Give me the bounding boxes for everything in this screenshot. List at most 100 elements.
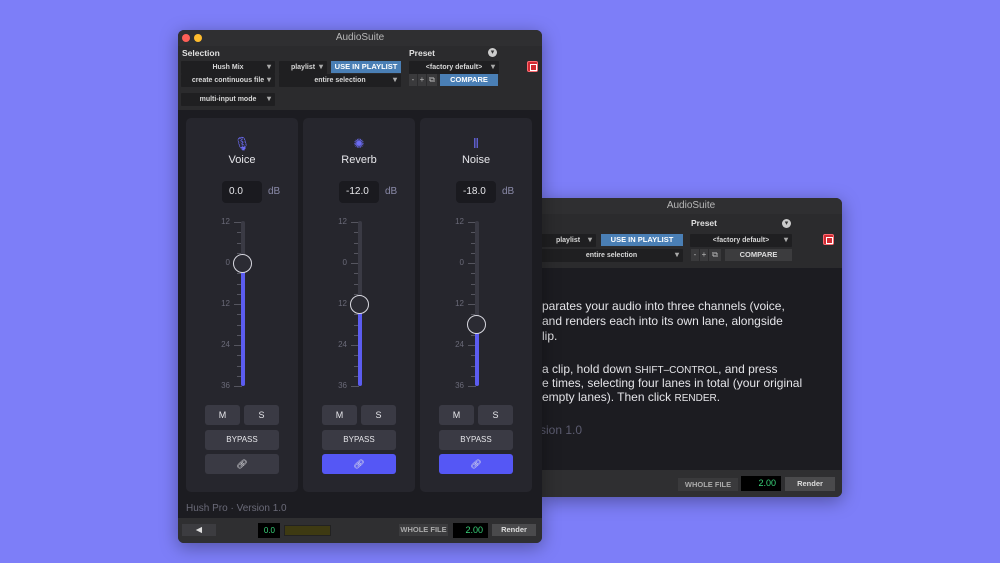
link-button[interactable]: 🔗︎	[322, 454, 396, 474]
scale-label: 0	[459, 258, 464, 267]
text: a clip, hold down	[542, 362, 635, 376]
shortcut-text: SHIFT–CONTROL	[634, 365, 719, 376]
handle-length-field[interactable]: 2.00	[453, 523, 488, 538]
channel-strip-reverb: ✺ Reverb -12.0 dB 12 0 12 24 36 M S BYPASS 🔗︎	[303, 118, 415, 492]
playlist-select[interactable]: playlist	[540, 233, 596, 247]
preset-label: Preset	[409, 48, 435, 58]
handle-length-field[interactable]: 2.00	[741, 476, 781, 491]
selection-select[interactable]: entire selection	[540, 248, 683, 262]
level-meter	[284, 525, 331, 536]
record-bypass-icon[interactable]	[527, 61, 538, 72]
fader-knob[interactable]	[233, 253, 252, 273]
footer: ◀ 0.0 WHOLE FILE 2.00 Render	[178, 518, 542, 543]
copy-preset-icon[interactable]: ⧉	[427, 74, 437, 86]
channel-strip-voice: 🎙 Voice 0.0 dB 12 0 12 24 36 M S BYPASS 🔗︎	[186, 118, 298, 492]
scale-label: 12	[455, 299, 464, 308]
preset-prev-button[interactable]: -	[409, 74, 417, 86]
version-text: sion 1.0	[540, 423, 583, 437]
mute-button[interactable]: M	[205, 405, 240, 425]
gain-input[interactable]: -18.0	[456, 181, 496, 203]
selection-label: Selection	[182, 48, 220, 58]
scale-label: 24	[455, 340, 464, 349]
scale-label: 24	[338, 340, 347, 349]
scale-label: 12	[221, 299, 230, 308]
selection-select[interactable]: entire selection	[279, 73, 401, 87]
preset-menu-icon[interactable]: ▾	[782, 219, 791, 228]
solo-button[interactable]: S	[244, 405, 279, 425]
link-button[interactable]: 🔗︎	[205, 454, 279, 474]
link-icon: 🔗︎	[236, 459, 248, 469]
preview-speaker-icon[interactable]: ◀	[182, 524, 216, 536]
scale-label: 24	[221, 340, 230, 349]
link-icon: 🔗︎	[470, 459, 482, 469]
whole-file-button[interactable]: WHOLE FILE	[399, 524, 448, 536]
description-line: parates your audio into three channels (…	[542, 299, 785, 313]
text: empty lanes). Then click	[542, 390, 675, 404]
close-icon[interactable]	[182, 34, 190, 42]
plugin-select[interactable]: Hush Mix	[181, 60, 275, 74]
scale-label: 0	[225, 258, 230, 267]
multi-input-select[interactable]: multi-input mode	[181, 92, 275, 106]
mute-button[interactable]: M	[439, 405, 474, 425]
text: , and press	[718, 362, 778, 376]
preset-prev-button[interactable]: -	[691, 249, 699, 261]
render-button[interactable]: Render	[492, 524, 536, 536]
preset-label: Preset	[691, 218, 717, 228]
render-button[interactable]: Render	[785, 477, 835, 491]
link-button[interactable]: 🔗︎	[439, 454, 513, 474]
scale-label: 36	[338, 381, 347, 390]
db-unit: dB	[502, 186, 515, 197]
window-title: AudioSuite	[178, 30, 542, 46]
description-line: lip.	[542, 329, 558, 343]
scale-label: 36	[455, 381, 464, 390]
bypass-button[interactable]: BYPASS	[439, 430, 513, 450]
compare-button[interactable]: COMPARE	[440, 74, 498, 86]
scale-label: 12	[338, 299, 347, 308]
playlist-select[interactable]: playlist	[279, 60, 327, 74]
preset-next-button[interactable]: +	[700, 249, 708, 261]
preset-next-button[interactable]: +	[418, 74, 426, 86]
scale-tick	[351, 386, 359, 387]
window-title: AudioSuite	[540, 198, 842, 214]
use-in-playlist-button[interactable]: USE IN PLAYLIST	[601, 234, 683, 246]
mute-button[interactable]: M	[322, 405, 357, 425]
scale-label: 0	[342, 258, 347, 267]
channel-name: Voice	[228, 154, 256, 166]
fader-knob[interactable]	[467, 315, 486, 334]
mic-icon: 🎙	[233, 136, 251, 151]
gain-input[interactable]: -12.0	[339, 181, 379, 203]
meter-value: 0.0	[258, 523, 280, 538]
description-line: and renders each into its own lane, alon…	[542, 314, 783, 328]
preset-select[interactable]: <factory default>	[690, 233, 792, 247]
reverb-icon: ✺	[353, 136, 365, 151]
solo-button[interactable]: S	[478, 405, 513, 425]
preset-menu-icon[interactable]: ▾	[488, 48, 497, 57]
bypass-button[interactable]: BYPASS	[205, 430, 279, 450]
minimize-icon[interactable]	[194, 34, 202, 42]
scale-tick	[468, 386, 476, 387]
solo-button[interactable]: S	[361, 405, 396, 425]
fader-knob[interactable]	[350, 294, 369, 314]
record-bypass-icon[interactable]	[823, 234, 834, 245]
version-text: Hush Pro · Version 1.0	[186, 503, 287, 514]
processing-mode-select[interactable]: create continuous file	[181, 73, 275, 87]
copy-preset-icon[interactable]: ⧉	[709, 249, 721, 261]
title-text: AudioSuite	[335, 32, 385, 43]
compare-button[interactable]: COMPARE	[725, 249, 792, 261]
whole-file-button[interactable]: WHOLE FILE	[678, 478, 738, 491]
channel-name: Noise	[461, 154, 491, 166]
text: .	[716, 390, 721, 404]
channel-name: Reverb	[341, 154, 377, 166]
waveform-icon: ⦀	[473, 136, 479, 151]
audiosuite-window-front: AudioSuite Selection Preset ▾ Hush Mix p…	[178, 30, 542, 543]
gain-input[interactable]: 0.0	[222, 181, 262, 203]
scale-label: 36	[221, 381, 230, 390]
preset-select[interactable]: <factory default>	[409, 60, 499, 74]
use-in-playlist-button[interactable]: USE IN PLAYLIST	[331, 61, 401, 73]
db-unit: dB	[385, 186, 398, 197]
audiosuite-window-back: AudioSuite Preset ▾ playlist USE IN PLAY…	[540, 198, 842, 497]
channel-strip-noise: ⦀ Noise -18.0 dB 12 0 12 24 36 M S BYPASS 🔗︎	[420, 118, 532, 492]
db-unit: dB	[268, 186, 281, 197]
bypass-button[interactable]: BYPASS	[322, 430, 396, 450]
scale-label: 12	[221, 217, 230, 226]
